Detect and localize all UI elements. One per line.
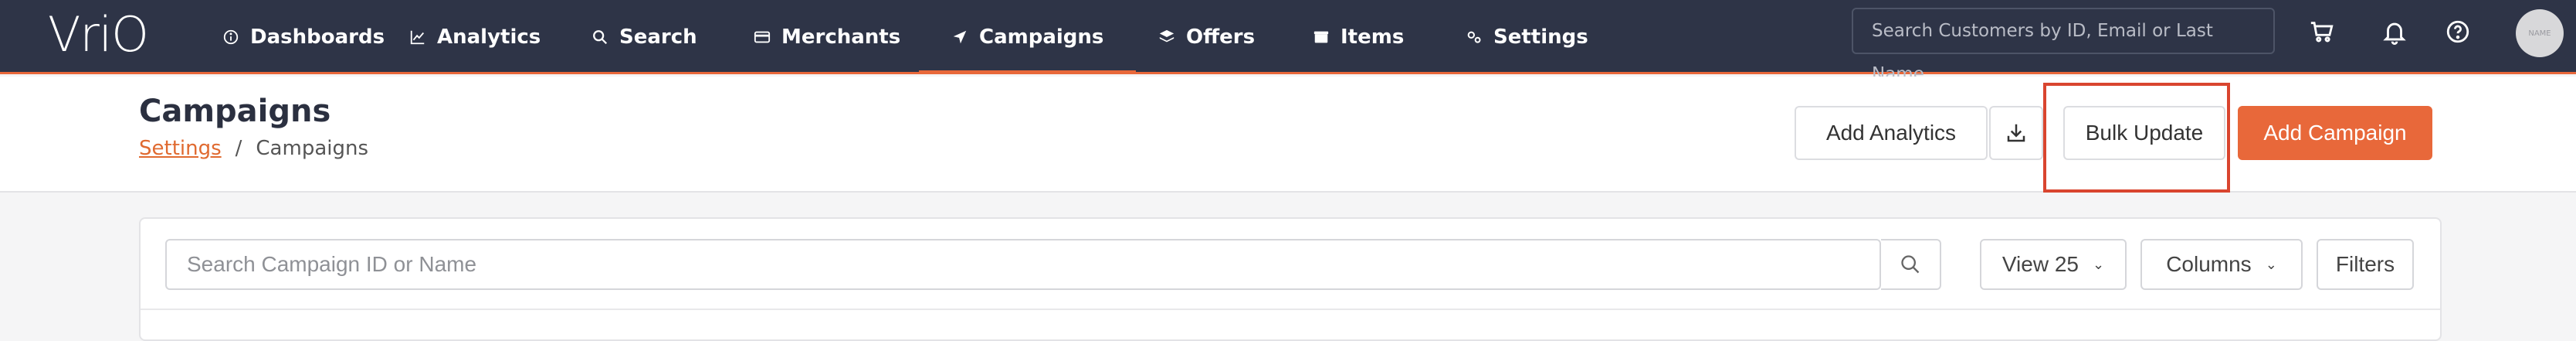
nav-item-search[interactable]: Search: [591, 0, 697, 74]
columns-dropdown[interactable]: Columns ⌄: [2140, 239, 2303, 290]
chevron-down-icon: ⌄: [2265, 256, 2277, 272]
add-analytics-label: Add Analytics: [1825, 121, 1957, 145]
nav-item-label: Campaigns: [979, 26, 1104, 49]
download-icon: [2007, 124, 2025, 142]
box-icon: [1313, 31, 1329, 43]
nav-item-settings[interactable]: Settings: [1466, 0, 1588, 74]
search-icon: [593, 30, 608, 45]
nav-item-merchants[interactable]: Merchants: [754, 0, 900, 74]
nav-item-label: Analytics: [437, 26, 541, 49]
help-button[interactable]: [2442, 15, 2474, 48]
chevron-down-icon: ⌄: [2093, 256, 2105, 272]
campaign-search-button[interactable]: [1881, 239, 1941, 290]
nav-item-label: Search: [619, 26, 697, 49]
add-campaign-label: Add Campaign: [2263, 121, 2407, 145]
avatar-text: NAME: [2528, 29, 2551, 38]
global-search-placeholder: Search Customers by ID, Email or Last Na…: [1872, 21, 2213, 84]
bulk-update-button[interactable]: Bulk Update: [2063, 106, 2225, 160]
bell-icon: [2383, 22, 2406, 45]
download-button[interactable]: [1989, 106, 2043, 160]
search-icon: [1901, 255, 1920, 274]
nav-item-offers[interactable]: Offers: [1158, 0, 1255, 74]
question-circle-icon: [2446, 20, 2469, 43]
breadcrumb-separator: /: [235, 137, 242, 160]
info-circle-icon: [223, 29, 239, 45]
cart-button[interactable]: [2306, 15, 2338, 48]
card-divider: [141, 309, 2440, 310]
page-title: Campaigns: [139, 94, 331, 129]
campaign-search-input[interactable]: Search Campaign ID or Name: [165, 239, 1881, 290]
breadcrumb-current: Campaigns: [256, 137, 369, 160]
bulk-update-label: Bulk Update: [2085, 121, 2204, 145]
campaign-search-placeholder: Search Campaign ID or Name: [187, 252, 477, 276]
logo-text: VriO: [48, 6, 149, 63]
user-avatar[interactable]: NAME: [2516, 9, 2564, 57]
add-campaign-button[interactable]: Add Campaign: [2238, 106, 2432, 160]
gears-icon: [1467, 31, 1481, 43]
vrio-logo[interactable]: VriO: [48, 6, 149, 63]
filters-button[interactable]: Filters: [2317, 239, 2414, 290]
nav-item-dashboards[interactable]: Dashboards: [222, 0, 385, 74]
view-count-dropdown[interactable]: View 25 ⌄: [1980, 239, 2127, 290]
line-chart-icon: [410, 30, 425, 45]
nav-item-label: Settings: [1493, 26, 1588, 49]
credit-card-icon: [754, 31, 771, 43]
nav-item-analytics[interactable]: Analytics: [409, 0, 541, 74]
add-analytics-button[interactable]: Add Analytics: [1795, 106, 1988, 160]
breadcrumb: Settings / Campaigns: [139, 137, 368, 160]
nav-item-label: Offers: [1186, 26, 1256, 49]
nav-item-label: Dashboards: [250, 26, 385, 49]
campaigns-card: Search Campaign ID or Name View 25 ⌄ Col…: [139, 217, 2442, 341]
top-navigation-bar: VriO Dashboards Analytics Search Merchan…: [0, 0, 2576, 84]
filters-label: Filters: [2335, 252, 2395, 276]
paper-plane-icon: [953, 30, 967, 44]
nav-item-label: Items: [1341, 26, 1405, 49]
breadcrumb-settings-link[interactable]: Settings: [139, 137, 222, 160]
global-search-input[interactable]: Search Customers by ID, Email or Last Na…: [1852, 8, 2275, 84]
shopping-cart-icon: [2310, 22, 2334, 43]
nav-item-label: Merchants: [781, 26, 901, 49]
layers-icon: [1159, 29, 1174, 43]
view-count-label: View 25: [2001, 252, 2079, 276]
columns-label: Columns: [2166, 252, 2252, 276]
nav-item-items[interactable]: Items: [1313, 0, 1404, 74]
notifications-button[interactable]: [2378, 15, 2411, 48]
page-header: Campaigns Settings / Campaigns Add Analy…: [0, 77, 2576, 193]
nav-item-campaigns[interactable]: Campaigns: [918, 0, 1137, 74]
